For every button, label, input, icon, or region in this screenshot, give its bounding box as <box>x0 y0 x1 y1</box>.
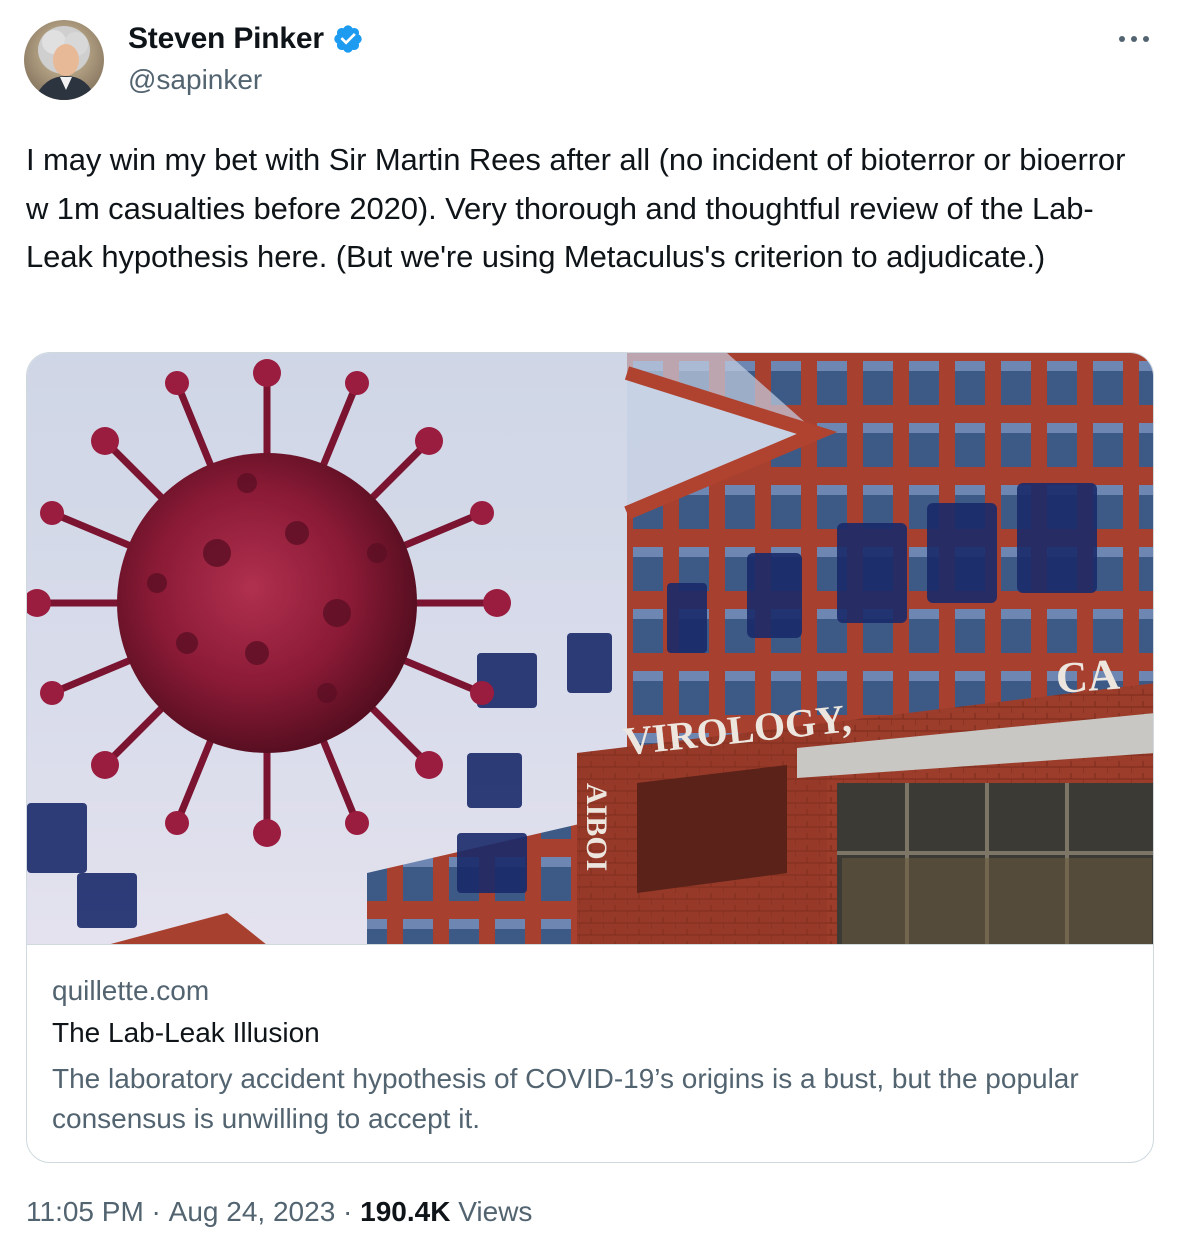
virus-graphic <box>27 359 511 847</box>
sign-ca: CA <box>1054 650 1121 703</box>
avatar[interactable] <box>24 20 104 100</box>
card-image[interactable]: VIROLOGY, CA AIBOI <box>27 353 1153 945</box>
meta-separator-2: · <box>335 1196 361 1227</box>
card-title[interactable]: The Lab-Leak Illusion <box>52 1017 320 1049</box>
tweet-text: I may win my bet with Sir Martin Rees af… <box>26 142 1126 274</box>
tweet: Steven Pinker @sapinker I may win my bet… <box>0 0 1178 1248</box>
views-label: Views <box>450 1196 533 1227</box>
tweet-time[interactable]: 11:05 PM <box>26 1196 144 1228</box>
author-handle[interactable]: @sapinker <box>128 64 262 96</box>
card-domain[interactable]: quillette.com <box>52 975 209 1007</box>
tweet-date[interactable]: Aug 24, 2023 <box>169 1196 336 1228</box>
verified-badge-icon[interactable] <box>332 23 364 55</box>
views-count: 190.4K <box>360 1196 451 1227</box>
meta-separator: · <box>143 1196 169 1227</box>
tweet-meta: 11:05 PM · Aug 24, 2023 · 190.4K Views <box>26 1196 532 1228</box>
card-description: The laboratory accident hypothesis of CO… <box>52 1063 1079 1134</box>
profile-photo <box>24 20 104 100</box>
more-options-icon[interactable] <box>1116 24 1152 54</box>
link-preview-card[interactable]: VIROLOGY, CA AIBOI quillette.com The Lab… <box>26 352 1154 1163</box>
author-name-row[interactable]: Steven Pinker <box>128 22 364 56</box>
sign-vertical: AIBOI <box>580 783 613 871</box>
author-display-name[interactable]: Steven Pinker <box>128 22 324 56</box>
